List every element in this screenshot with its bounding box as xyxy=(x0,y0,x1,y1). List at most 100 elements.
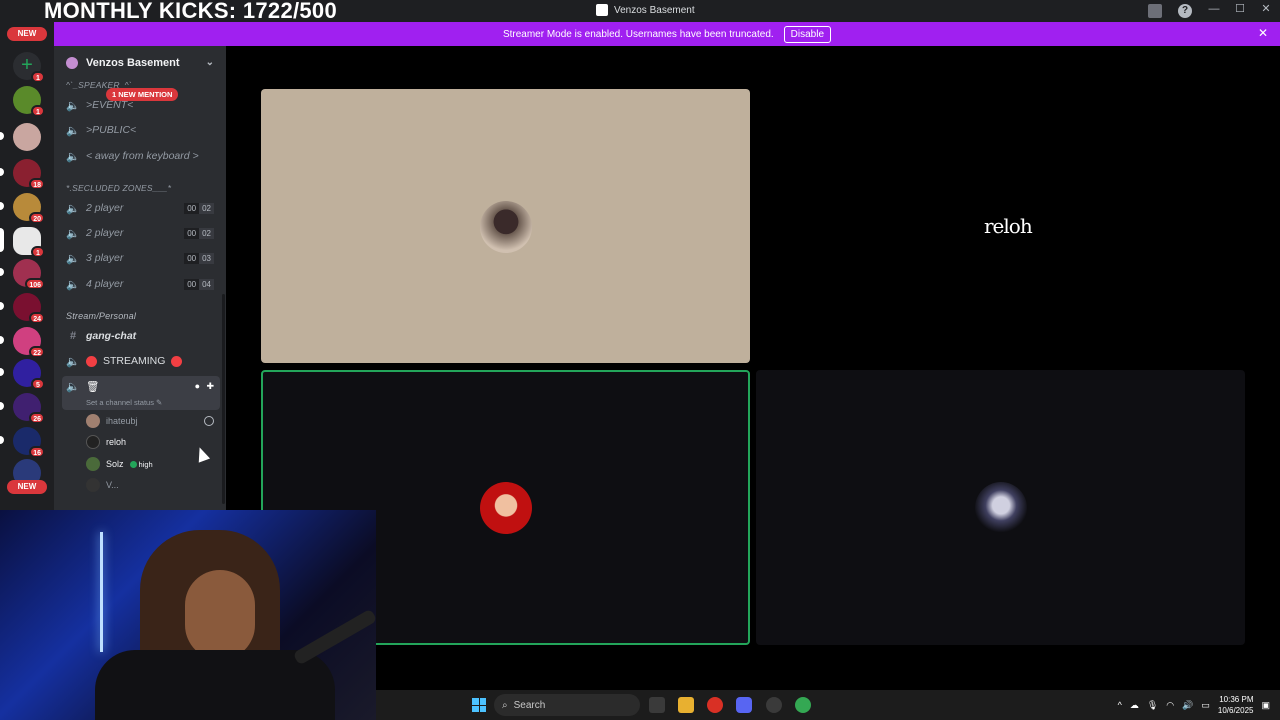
guild-header[interactable]: Venzos Basement ⌄ xyxy=(54,46,226,80)
sidebar-scrollbar[interactable] xyxy=(222,294,225,504)
voice-channel-streaming[interactable]: 🔈 STREAMING xyxy=(66,351,218,371)
voice-member[interactable]: ihateubj xyxy=(86,412,138,430)
add-server-icon[interactable]: +1 xyxy=(13,52,45,83)
taskbar-search[interactable]: ⌕ Search xyxy=(494,694,640,716)
file-explorer-icon[interactable] xyxy=(678,697,694,713)
voice-member[interactable]: Solz high xyxy=(86,455,153,473)
system-tray: ^ ☁ 🎙 ◠ 🔊 ▭ 10:36 PM 10/6/2025 ▣ xyxy=(1118,690,1280,720)
voice-channel[interactable]: 🔈 >PUBLIC< xyxy=(66,120,218,140)
speaker-icon: 🔈 xyxy=(66,99,80,112)
close-window-button[interactable]: ✕ xyxy=(1260,2,1272,15)
speaker-icon: 🔈 xyxy=(66,278,80,291)
server-icon[interactable]: 24 xyxy=(13,293,45,324)
speaker-icon: 🔈 xyxy=(66,227,80,240)
battery-icon[interactable]: ▭ xyxy=(1201,700,1210,711)
server-icon[interactable] xyxy=(13,123,41,151)
participant-tile[interactable]: reloh xyxy=(756,89,1245,363)
red-circle-icon xyxy=(86,355,97,367)
voice-channel[interactable]: 🔈 2 player 00 02 xyxy=(66,198,218,218)
guild-name: Venzos Basement xyxy=(86,57,180,69)
discord-icon[interactable] xyxy=(736,697,752,713)
connected-channel-row[interactable]: 🔈 🗑 ● ✚ xyxy=(66,376,218,396)
server-icon[interactable]: 20 xyxy=(13,193,45,224)
category-secluded[interactable]: *.SECLUDED ZONES___* xyxy=(66,183,171,193)
speaker-icon: 🔈 xyxy=(66,202,80,215)
guild-icon xyxy=(66,57,78,69)
disable-streamer-mode-button[interactable]: Disable xyxy=(783,25,832,43)
server-icon[interactable]: 22 xyxy=(13,327,45,358)
search-icon: ⌕ xyxy=(502,699,508,711)
notification-icon[interactable]: ▣ xyxy=(1261,700,1270,711)
voice-channel[interactable]: 🔈 2 player 00 02 xyxy=(66,223,218,243)
volume-icon[interactable]: 🔊 xyxy=(1182,700,1193,711)
app-icon[interactable] xyxy=(766,697,782,713)
cloud-icon[interactable]: ☁ xyxy=(1130,700,1139,711)
participant-name-logo: reloh xyxy=(984,214,1033,238)
wifi-icon[interactable]: ◠ xyxy=(1166,700,1174,711)
server-icon[interactable]: 5 xyxy=(13,359,45,390)
chevron-down-icon[interactable]: ⌄ xyxy=(206,57,214,68)
category-stream[interactable]: Stream/Personal xyxy=(66,311,136,321)
quality-badge: high xyxy=(129,460,153,469)
server-icon[interactable]: 16 xyxy=(13,427,45,458)
participant-tile[interactable] xyxy=(756,370,1245,645)
close-icon[interactable]: ✕ xyxy=(1258,26,1268,40)
new-unreads-pill[interactable]: NEW xyxy=(7,480,47,494)
server-icon[interactable]: 18 xyxy=(13,159,45,190)
voice-channel[interactable]: 🔈 4 player 00 04 xyxy=(66,274,218,294)
hash-icon: # xyxy=(69,330,77,342)
task-view-icon[interactable] xyxy=(649,697,665,713)
avatar xyxy=(86,435,100,449)
avatar xyxy=(86,478,100,492)
avatar xyxy=(86,457,100,471)
new-unreads-pill[interactable]: NEW xyxy=(7,27,47,41)
server-icon[interactable]: 1 xyxy=(13,227,45,258)
server-icon[interactable]: 26 xyxy=(13,393,45,424)
window-title: Venzos Basement xyxy=(596,4,695,16)
streamer-mode-banner: Streamer Mode is enabled. Usernames have… xyxy=(54,22,1280,46)
chrome-icon[interactable] xyxy=(707,697,723,713)
user-limit: 00 03 xyxy=(184,252,214,264)
voice-member[interactable]: V... xyxy=(86,476,119,494)
xbox-icon xyxy=(204,416,214,426)
inbox-icon[interactable] xyxy=(1148,4,1162,18)
server-icon[interactable]: 1 xyxy=(13,86,45,117)
windows-taskbar: ⌕ Search ^ ☁ 🎙 ◠ 🔊 ▭ 10:36 PM 10/6/2025 … xyxy=(376,690,1280,720)
webcam-overlay xyxy=(0,510,376,720)
minimize-button[interactable]: — xyxy=(1208,3,1220,15)
chrome-icon[interactable] xyxy=(795,697,811,713)
voice-channel[interactable]: 🔈 3 player 00 03 xyxy=(66,248,218,268)
chevron-up-icon[interactable]: ^ xyxy=(1118,700,1122,710)
server-icon[interactable]: 106 xyxy=(13,259,45,290)
channel-status-prompt[interactable]: Set a channel status ✎ xyxy=(86,398,162,407)
windows-start-icon[interactable] xyxy=(472,698,486,712)
help-icon[interactable]: ? xyxy=(1178,4,1192,18)
trash-icon: 🗑 xyxy=(86,380,100,393)
signal-icon xyxy=(129,460,137,468)
user-limit: 00 04 xyxy=(184,278,214,290)
voice-grid: reloh xyxy=(226,46,1280,690)
participant-tile[interactable] xyxy=(261,89,750,363)
add-user-icon[interactable]: ✚ xyxy=(206,381,214,392)
speaker-icon: 🔈 xyxy=(66,124,80,137)
speaker-icon: 🔈 xyxy=(66,252,80,265)
title-bar: MONTHLY KICKS: 1722/500 Venzos Basement … xyxy=(0,0,1280,23)
speaker-icon: 🔈 xyxy=(66,150,80,163)
avatar xyxy=(86,414,100,428)
voice-channel[interactable]: 🔈 >EVENT< xyxy=(66,95,218,115)
maximize-button[interactable]: ☐ xyxy=(1234,2,1246,15)
participant-avatar xyxy=(975,482,1027,534)
speaker-icon: 🔈 xyxy=(66,380,80,393)
voice-member[interactable]: reloh xyxy=(86,433,126,451)
clock[interactable]: 10:36 PM 10/6/2025 xyxy=(1218,694,1254,716)
participant-avatar xyxy=(480,482,532,534)
window-controls: — ☐ ✕ xyxy=(1208,2,1272,16)
microphone-arm xyxy=(292,608,376,666)
microphone-icon[interactable]: 🎙 xyxy=(1147,700,1158,711)
channel-sidebar: Venzos Basement ⌄ ^`_SPEAKER_^` 1 NEW ME… xyxy=(54,46,226,510)
speaker-icon: 🔈 xyxy=(66,355,80,368)
voice-channel[interactable]: 🔈 < away from keyboard > xyxy=(66,146,218,166)
user-limit: 00 02 xyxy=(184,227,214,239)
chat-bubble-icon[interactable]: ● xyxy=(195,381,200,391)
text-channel[interactable]: # gang-chat xyxy=(66,326,218,346)
